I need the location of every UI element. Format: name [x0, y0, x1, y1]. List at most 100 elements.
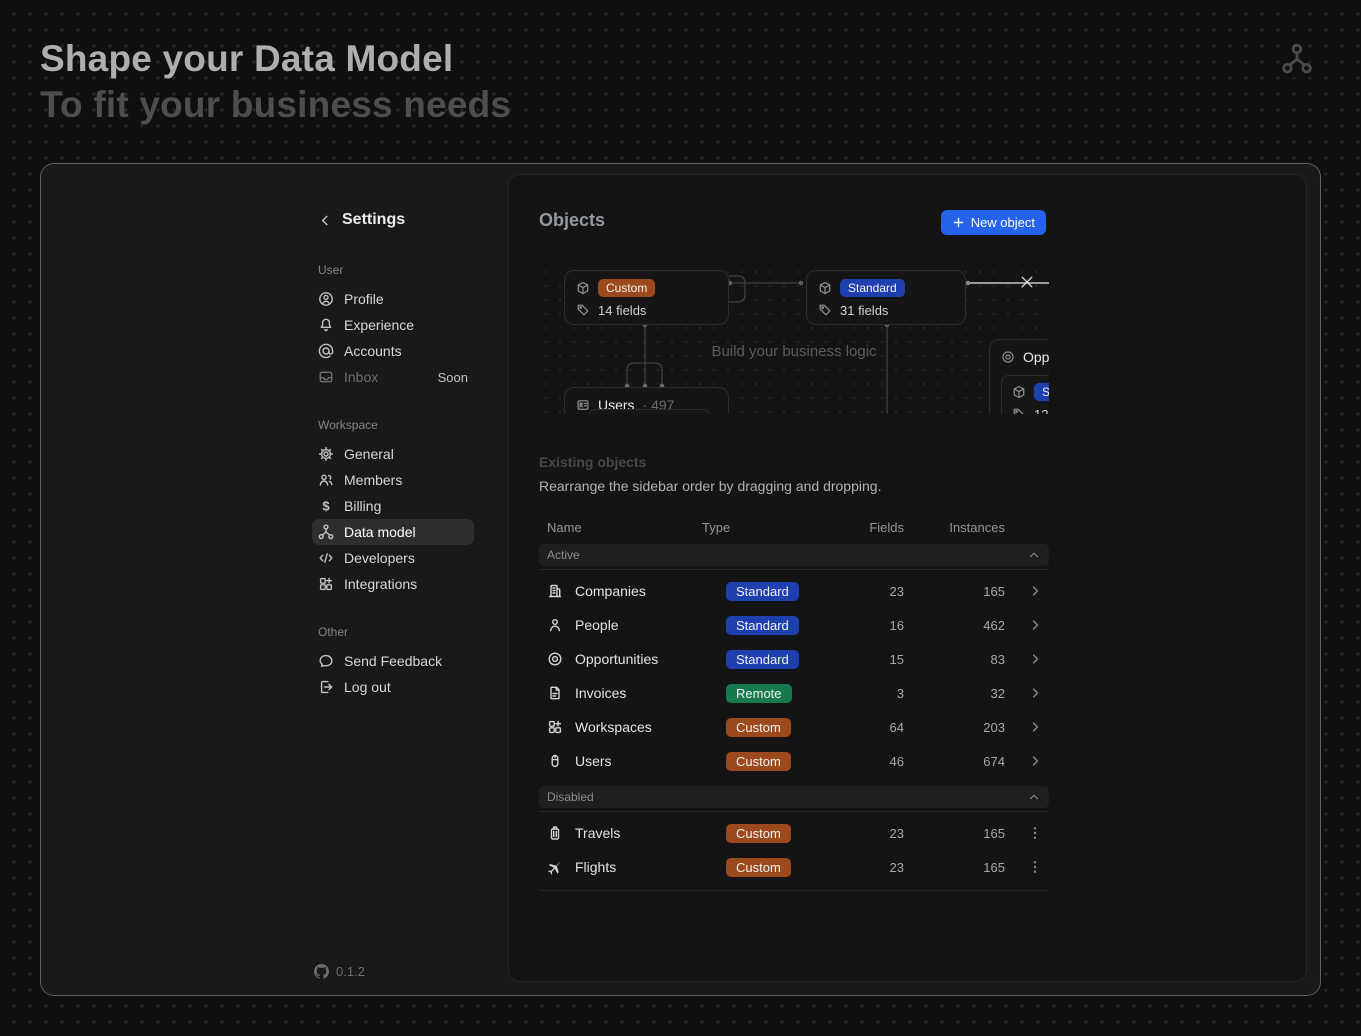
feedback-icon [318, 653, 334, 669]
chevron-right-icon[interactable] [1027, 651, 1043, 667]
table-row-users[interactable]: UsersCustom46674 [539, 744, 1049, 778]
type-badge: Custom [726, 752, 791, 771]
sidebar-item-label: Send Feedback [344, 653, 442, 669]
fields-count: 31 fields [840, 303, 888, 318]
at-sign-icon [318, 343, 334, 359]
chevron-left-icon[interactable] [318, 213, 333, 228]
table-group-label: Disabled [547, 790, 594, 804]
tag-icon [576, 303, 590, 317]
sidebar-item-billing[interactable]: $ Billing [312, 493, 474, 519]
inbox-icon [318, 369, 334, 385]
sidebar-item-label: Profile [344, 291, 384, 307]
kebab-icon[interactable] [1027, 825, 1043, 841]
table-row-travels[interactable]: TravelsCustom23165 [539, 816, 1049, 850]
type-badge: Remote [726, 684, 792, 703]
tag-icon [1012, 407, 1026, 414]
row-fields: 23 [849, 860, 909, 875]
fields-count: 14 fields [598, 303, 646, 318]
sidebar-item-send-feedback[interactable]: Send Feedback [312, 648, 474, 674]
row-instances: 165 [909, 860, 1005, 875]
sidebar-item-label: Experience [344, 317, 414, 333]
chevron-up-icon[interactable] [1027, 790, 1041, 804]
sidebar-item-log-out[interactable]: Log out [312, 674, 474, 700]
row-fields: 23 [849, 584, 909, 599]
integrations-icon [547, 719, 563, 735]
table-row-companies[interactable]: CompaniesStandard23165 [539, 574, 1049, 608]
chevron-right-icon[interactable] [1027, 617, 1043, 633]
diagram-node-standard[interactable]: Standard 31 fields [806, 270, 966, 325]
remove-edge-x-icon[interactable] [1020, 275, 1034, 289]
version-info[interactable]: 0.1.2 [314, 964, 365, 979]
node-label: Opportunities [1023, 349, 1049, 365]
new-object-button[interactable]: New object [941, 210, 1046, 235]
chevron-right-icon[interactable] [1027, 685, 1043, 701]
sidebar-item-label: Accounts [344, 343, 402, 359]
profile-icon [318, 291, 334, 307]
page-subtitle: To fit your business needs [40, 82, 511, 128]
table-row-opportunities[interactable]: OpportunitiesStandard1583 [539, 642, 1049, 676]
github-icon [314, 964, 329, 979]
sidebar-item-members[interactable]: Members [312, 467, 474, 493]
row-name: Flights [575, 859, 616, 875]
kebab-icon[interactable] [1027, 859, 1043, 875]
objects-table-body: ActiveCompaniesStandard23165PeopleStanda… [539, 544, 1049, 891]
table-row-workspaces[interactable]: WorkspacesCustom64203 [539, 710, 1049, 744]
sidebar-item-profile[interactable]: Profile [312, 286, 474, 312]
table-row-flights[interactable]: FlightsCustom23165 [539, 850, 1049, 884]
row-instances: 203 [909, 720, 1005, 735]
sidebar-item-trailing: Soon [438, 370, 468, 385]
objects-panel: Objects New object [508, 174, 1307, 982]
settings-header: Settings [318, 209, 468, 231]
type-badge: Standard [840, 279, 905, 297]
sidebar-item-label: Log out [344, 679, 391, 695]
table-group-disabled[interactable]: Disabled [539, 786, 1049, 808]
sidebar-item-label: Integrations [344, 576, 417, 592]
sidebar-section-label: Workspace [318, 418, 468, 433]
row-fields: 3 [849, 686, 909, 701]
sidebar-item-label: Billing [344, 498, 381, 514]
table-group-active[interactable]: Active [539, 544, 1049, 566]
row-instances: 165 [909, 826, 1005, 841]
sidebar-item-inbox: InboxSoon [312, 364, 474, 390]
data-model-icon [318, 524, 334, 540]
sidebar-item-label: Members [344, 472, 402, 488]
settings-title: Settings [342, 211, 405, 229]
table-row-invoices[interactable]: InvoicesRemote332 [539, 676, 1049, 710]
sidebar-item-developers[interactable]: Developers [312, 545, 474, 571]
data-model-diagram: Custom 14 fields Standard 31 fields [539, 265, 1049, 414]
col-type: Type [702, 520, 849, 535]
chevron-right-icon[interactable] [1027, 719, 1043, 735]
row-name: Invoices [575, 685, 626, 701]
divider [539, 569, 1049, 570]
logout-icon [318, 679, 334, 695]
sidebar-item-accounts[interactable]: Accounts [312, 338, 474, 364]
sidebar-item-label: Data model [344, 524, 416, 540]
table-row-people[interactable]: PeopleStandard16462 [539, 608, 1049, 642]
type-badge: Custom [726, 718, 791, 737]
type-badge: Standard [726, 582, 799, 601]
settings-sidebar: Settings UserProfileExperienceAccountsIn… [318, 209, 468, 700]
row-fields: 15 [849, 652, 909, 667]
row-name: Travels [575, 825, 620, 841]
objects-table: Name Type Fields Instances ActiveCompani… [539, 512, 1049, 891]
svg-text:$: $ [322, 499, 330, 514]
chevron-right-icon[interactable] [1027, 583, 1043, 599]
chevron-right-icon[interactable] [1027, 753, 1043, 769]
sidebar-item-label: Developers [344, 550, 415, 566]
integrations-icon [318, 576, 334, 592]
sidebar-sections: UserProfileExperienceAccountsInboxSoonWo… [318, 263, 468, 700]
bell-icon [318, 317, 334, 333]
sidebar-item-data-model[interactable]: Data model [312, 519, 474, 545]
sidebar-item-experience[interactable]: Experience [312, 312, 474, 338]
sidebar-item-general[interactable]: General [312, 441, 474, 467]
diagram-node-custom[interactable]: Custom 14 fields [564, 270, 729, 325]
row-name: Companies [575, 583, 646, 599]
diagram-node-opportunities[interactable]: Opportunities Standard 12 fields [989, 339, 1049, 414]
data-model-icon [1281, 42, 1313, 76]
row-instances: 83 [909, 652, 1005, 667]
version-label: 0.1.2 [336, 964, 365, 979]
chevron-up-icon[interactable] [1027, 548, 1041, 562]
sidebar-item-integrations[interactable]: Integrations [312, 571, 474, 597]
building-icon [547, 583, 563, 599]
row-name: Opportunities [575, 651, 658, 667]
